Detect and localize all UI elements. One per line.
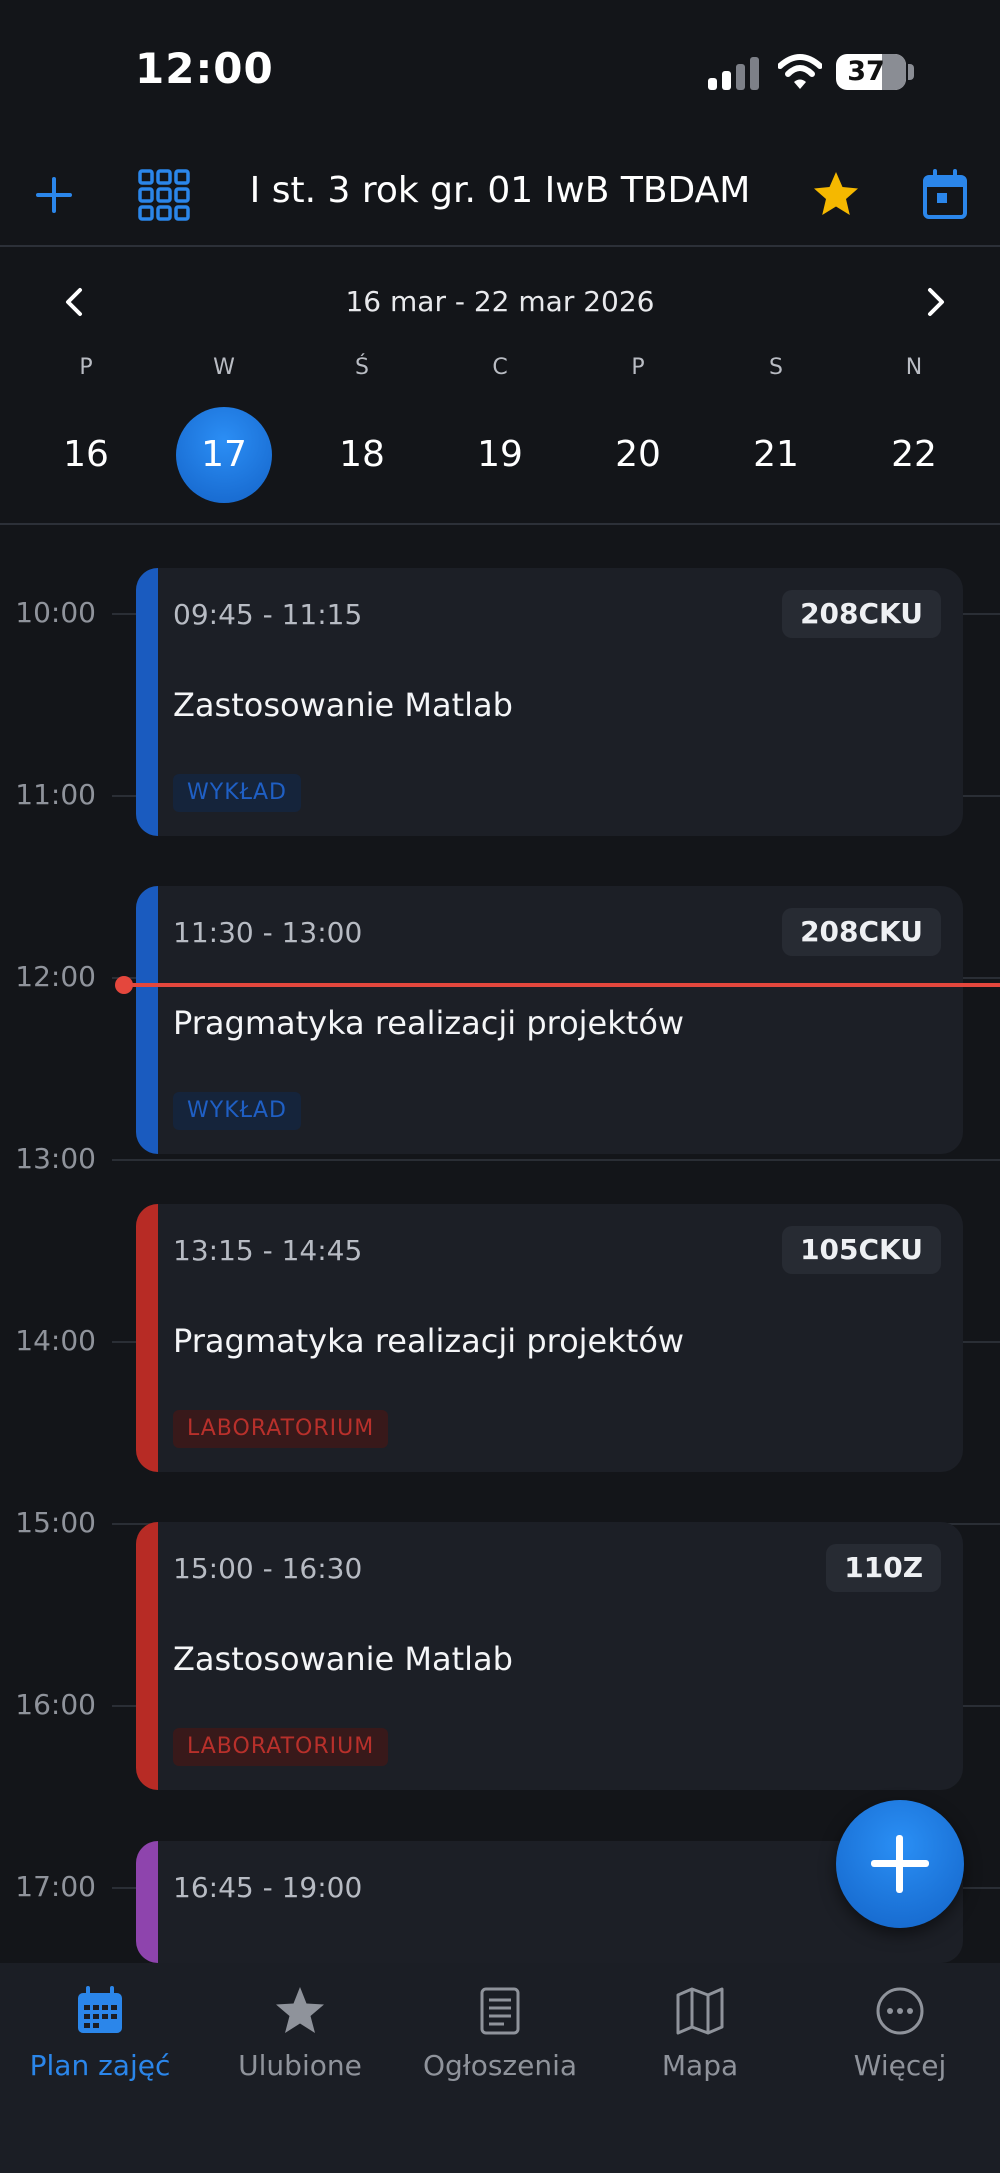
event-color-bar <box>136 1522 158 1790</box>
event-type-badge: WYKŁAD <box>173 1092 301 1130</box>
star-icon <box>276 1987 324 2033</box>
hour-label: 15:00 <box>15 1506 96 1539</box>
day-number: 19 <box>477 434 523 475</box>
event-color-bar <box>136 1204 158 1472</box>
event-time: 15:00 - 16:30 <box>173 1552 363 1585</box>
hour-label: 16:00 <box>15 1688 96 1721</box>
event-room-badge: 208CKU <box>782 590 941 638</box>
current-time-dot <box>115 976 133 994</box>
battery-level: 37 <box>847 56 885 87</box>
nav-label: Ogłoszenia <box>422 2049 578 2082</box>
add-event-button[interactable] <box>836 1800 964 1928</box>
day-letter: C <box>492 355 508 380</box>
calendar-icon[interactable] <box>915 165 975 225</box>
hour-label: 14:00 <box>15 1324 96 1357</box>
event-type-badge: LABORATORIUM <box>173 1410 389 1448</box>
day-letter: P <box>631 355 645 380</box>
current-time-line <box>122 983 1000 987</box>
day-6[interactable]: N 22 <box>854 355 974 503</box>
event-card[interactable]: 11:30 - 13:00 208CKU Pragmatyka realizacji… <box>136 886 963 1154</box>
event-room-badge: 110Z <box>826 1544 941 1592</box>
day-letter: N <box>905 355 923 380</box>
week-divider <box>0 523 1000 525</box>
event-time: 09:45 - 11:15 <box>173 598 363 631</box>
map-icon <box>676 1987 724 2035</box>
hour-label: 17:00 <box>15 1870 96 1903</box>
day-letter: W <box>213 355 235 380</box>
event-type-badge: LABORATORIUM <box>173 1728 389 1766</box>
week-range: 16 mar - 22 mar 2026 <box>345 285 655 318</box>
next-week-icon[interactable] <box>916 282 956 322</box>
day-letter: Ś <box>355 355 369 380</box>
nav-more[interactable]: Więcej <box>800 1985 1000 2082</box>
nav-label: Więcej <box>853 2049 947 2082</box>
event-card[interactable]: 15:00 - 16:30 110Z Zastosowanie Matlab LABO… <box>136 1522 963 1790</box>
day-4[interactable]: P 20 <box>578 355 698 503</box>
header-divider <box>0 245 1000 247</box>
cellular-signal-icon <box>708 56 760 90</box>
battery-indicator: 37 <box>836 54 906 90</box>
nav-label: Ulubione <box>238 2049 362 2082</box>
grid-icon[interactable] <box>134 165 194 225</box>
nav-plan[interactable]: Plan zajęć <box>0 1985 200 2082</box>
event-color-bar <box>136 886 158 1154</box>
page-title: I st. 3 rok gr. 01 IwB TBDAM <box>249 170 751 211</box>
nav-favorites[interactable]: Ulubione <box>200 1985 400 2082</box>
day-letter: S <box>769 355 783 380</box>
nav-map[interactable]: Mapa <box>600 1985 800 2082</box>
day-number: 22 <box>891 434 937 475</box>
day-number: 16 <box>63 434 109 475</box>
event-card[interactable]: 13:15 - 14:45 105CKU Pragmatyka realizacji… <box>136 1204 963 1472</box>
day-1[interactable]: W 17 <box>164 355 284 503</box>
bottom-navigation: Plan zajęć Ulubione Ogłoszenia Mapa Więc… <box>0 1963 1000 2173</box>
selected-day-number: 17 <box>176 407 272 503</box>
event-title: Zastosowanie Matlab <box>173 1640 513 1678</box>
event-color-bar <box>136 568 158 836</box>
wifi-icon <box>778 54 822 89</box>
day-number: 18 <box>339 434 385 475</box>
event-room-badge: 105CKU <box>782 1226 941 1274</box>
event-room-badge: 208CKU <box>782 908 941 956</box>
event-time: 11:30 - 13:00 <box>173 916 363 949</box>
hour-label: 13:00 <box>15 1142 96 1175</box>
day-3[interactable]: C 19 <box>440 355 560 503</box>
news-icon <box>480 1987 520 2035</box>
more-icon <box>876 1987 924 2035</box>
battery-tip <box>908 64 914 80</box>
prev-week-icon[interactable] <box>54 282 94 322</box>
event-type-badge: WYKŁAD <box>173 774 301 812</box>
hour-label: 10:00 <box>15 596 96 629</box>
event-title: Pragmatyka realizacji projektów <box>173 1004 685 1042</box>
event-title: Pragmatyka realizacji projektów <box>173 1322 685 1360</box>
status-time: 12:00 <box>135 44 274 93</box>
event-card[interactable]: 09:45 - 11:15 208CKU Zastosowanie Matlab WY… <box>136 568 963 836</box>
hour-label: 12:00 <box>15 960 96 993</box>
day-letter: P <box>79 355 93 380</box>
day-0[interactable]: P 16 <box>26 355 146 503</box>
day-2[interactable]: Ś 18 <box>302 355 422 503</box>
day-number: 20 <box>615 434 661 475</box>
plus-icon[interactable] <box>24 165 84 225</box>
nav-announcements[interactable]: Ogłoszenia <box>400 1985 600 2082</box>
favorite-star-icon[interactable] <box>806 165 866 225</box>
event-time: 16:45 - 19:00 <box>173 1871 363 1904</box>
hour-label: 11:00 <box>15 778 96 811</box>
hour-gridline <box>112 1159 1000 1161</box>
event-title: Zastosowanie Matlab <box>173 686 513 724</box>
nav-label: Plan zajęć <box>29 2049 171 2082</box>
nav-label: Mapa <box>661 2049 739 2082</box>
calendar-icon <box>78 1986 122 2033</box>
day-5[interactable]: S 21 <box>716 355 836 503</box>
day-number: 21 <box>753 434 799 475</box>
event-time: 13:15 - 14:45 <box>173 1234 363 1267</box>
event-color-bar <box>136 1841 158 1963</box>
